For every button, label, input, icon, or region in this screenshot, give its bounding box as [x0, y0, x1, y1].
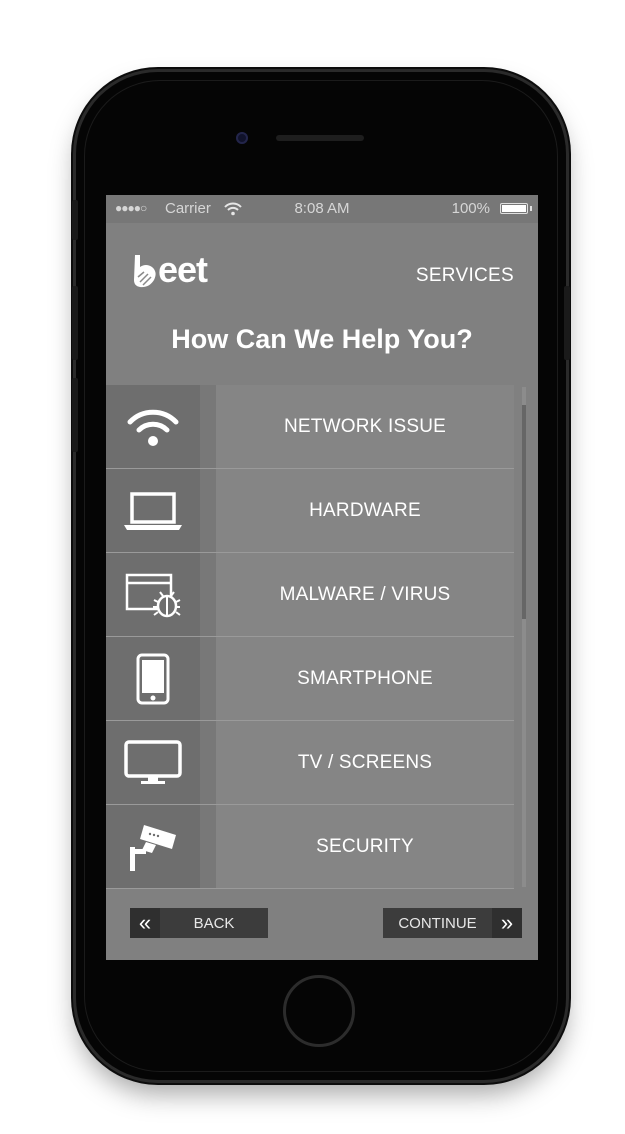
wifi-icon — [127, 409, 179, 446]
status-bar: ●●●●○ Carrier 8:08 AM 100% — [106, 195, 538, 223]
service-label: SMARTPHONE — [297, 667, 433, 689]
malware-bug-icon — [125, 573, 181, 617]
service-label: HARDWARE — [309, 499, 421, 521]
volume-up-button — [72, 286, 78, 360]
service-label: TV / SCREENS — [297, 751, 433, 773]
scrollbar-thumb[interactable] — [522, 405, 526, 619]
service-icon-cell — [106, 721, 216, 804]
service-icon-cell — [106, 385, 216, 468]
service-label: NETWORK ISSUE — [283, 415, 446, 437]
battery-percent: 100% — [451, 200, 490, 217]
double-chevron-left-icon: « — [130, 908, 160, 938]
service-icon-cell — [106, 553, 216, 636]
service-label: MALWARE / VIRUS — [279, 583, 451, 605]
service-smartphone[interactable]: SMARTPHONE — [106, 637, 514, 721]
services-link[interactable]: SERVICES — [416, 265, 514, 287]
earpiece-speaker — [276, 135, 364, 141]
continue-label: CONTINUE — [398, 914, 477, 932]
back-label: BACK — [193, 914, 235, 932]
continue-button[interactable]: CONTINUE » — [383, 908, 522, 938]
service-icon-cell — [106, 637, 216, 720]
battery-tip — [530, 206, 532, 211]
page-title: How Can We Help You? — [171, 324, 473, 354]
service-hardware[interactable]: HARDWARE — [106, 469, 514, 553]
service-malware-virus[interactable]: MALWARE / VIRUS — [106, 553, 514, 637]
front-camera — [236, 132, 248, 144]
service-label: SECURITY — [316, 835, 414, 857]
back-button[interactable]: « BACK — [130, 908, 268, 938]
footer-nav: « BACK CONTINUE » — [106, 893, 538, 960]
app-screen: ●●●●○ Carrier 8:08 AM 100% eet SERVICES … — [106, 195, 538, 960]
home-button[interactable] — [283, 975, 355, 1047]
double-chevron-right-icon: » — [492, 908, 522, 938]
logo-text: eet — [158, 249, 208, 290]
service-icon-cell — [106, 805, 216, 888]
smartphone-icon — [136, 653, 170, 704]
services-list: NETWORK ISSUE HARDWARE MALWARE / VIRUS S… — [106, 385, 514, 891]
service-security[interactable]: SECURITY — [106, 805, 514, 889]
security-camera-icon — [130, 824, 176, 871]
app-header: eet SERVICES How Can We Help You? — [106, 223, 538, 383]
tv-monitor-icon — [124, 739, 182, 784]
volume-down-button — [72, 378, 78, 452]
battery-icon — [500, 203, 528, 214]
service-network-issue[interactable]: NETWORK ISSUE — [106, 385, 514, 469]
service-icon-cell — [106, 469, 216, 552]
beet-logo-mark-icon — [134, 255, 156, 288]
mute-switch — [72, 200, 78, 240]
power-button — [564, 286, 570, 360]
list-scrollbar[interactable] — [522, 387, 526, 887]
laptop-icon — [124, 491, 182, 530]
service-tv-screens[interactable]: TV / SCREENS — [106, 721, 514, 805]
